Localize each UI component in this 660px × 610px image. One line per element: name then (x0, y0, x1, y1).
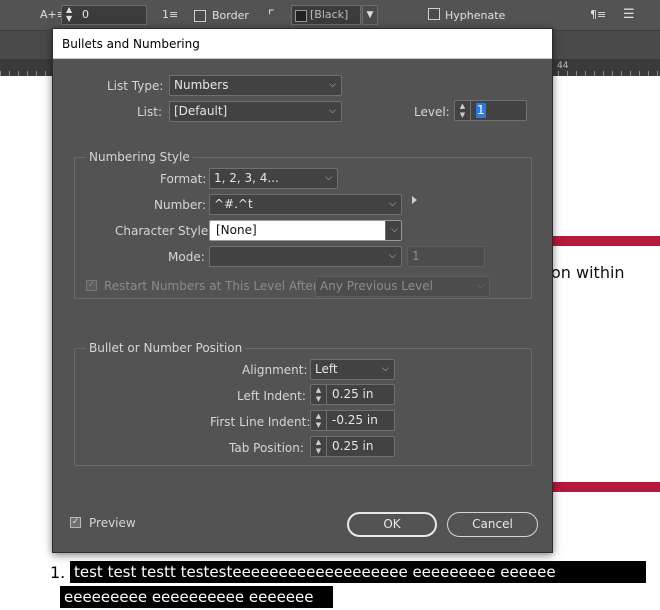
level-label: Level: (414, 105, 450, 119)
chevron-down-icon: ⌵ (391, 225, 398, 235)
character-style-label: Character Style: (115, 224, 213, 238)
restart-dropdown: Any Previous Level ⌵ (315, 276, 490, 297)
character-style-value: [None] (216, 223, 257, 237)
alignment-label: Alignment: (242, 363, 308, 377)
level-stepper[interactable]: ▲ ▼ 1 (454, 100, 527, 121)
mode-start-field: 1 (407, 246, 485, 267)
stepper-arrows-icon[interactable]: ▲ ▼ (311, 411, 327, 430)
align-icon[interactable]: ☰ (623, 7, 635, 22)
selected-text-line-1[interactable]: test test testt testesteeeeeeeeeeeeeeeee… (70, 561, 646, 583)
insert-special-menu-icon[interactable] (412, 196, 417, 204)
control-toolbar: A+≡ 0 ▲ ▼ 1≡ Border ⌜ [Black] ▼ Hyphenate… (0, 0, 660, 31)
hyphenate-checkbox[interactable] (428, 8, 440, 20)
level-value: 1 (476, 103, 486, 118)
ruler-mark: 44 (557, 61, 569, 71)
paragraph-icon[interactable]: ¶≡ (590, 8, 606, 21)
ok-button[interactable]: OK (347, 512, 437, 537)
stepper-arrows-icon[interactable]: ▲ ▼ (311, 437, 327, 456)
mode-label: Mode: (168, 250, 205, 264)
left-indent-label: Left Indent: (237, 389, 306, 403)
chevron-down-icon: ⌵ (389, 199, 396, 209)
format-label: Format: (160, 172, 207, 186)
list-type-dropdown[interactable]: Numbers ⌵ (169, 75, 342, 96)
first-line-indent-value: -0.25 in (332, 413, 378, 427)
alignment-value: Left (315, 362, 338, 376)
number-field[interactable]: ^#.^t ⌵ (209, 194, 402, 215)
list-type-value: Numbers (174, 78, 229, 92)
preview-checkbox[interactable]: ✓ (70, 517, 81, 528)
border-label: Border (212, 9, 249, 22)
numbered-list-icon[interactable]: 1≡ (162, 8, 178, 21)
character-style-dropdown[interactable]: [None] ⌵ (209, 220, 402, 241)
restart-checkbox: ✓ (86, 280, 97, 291)
restart-value: Any Previous Level (320, 279, 433, 293)
list-type-label: List Type: (107, 79, 164, 93)
cancel-button[interactable]: Cancel (447, 512, 538, 537)
color-dropdown-arrow[interactable]: ▼ (362, 5, 378, 25)
color-value: [Black] (310, 8, 349, 21)
tab-position-label: Tab Position: (229, 441, 304, 455)
first-line-indent-label: First Line Indent: (210, 415, 311, 429)
list-number: 1. (50, 563, 66, 582)
red-rule-top (552, 236, 660, 246)
alignment-dropdown[interactable]: Left ⌵ (310, 359, 395, 380)
list-dropdown[interactable]: [Default] ⌵ (169, 101, 342, 122)
stepper-arrows-icon[interactable]: ▲ ▼ (311, 385, 327, 404)
chevron-down-icon: ⌵ (382, 364, 389, 374)
mode-start-value: 1 (412, 249, 420, 263)
body-text-partial: on within (551, 263, 625, 282)
first-line-indent-stepper[interactable]: ▲ ▼ -0.25 in (310, 410, 395, 431)
space-value-field[interactable]: 0 (61, 5, 147, 25)
chevron-down-icon: ⌵ (389, 251, 396, 261)
frame-corner-icon[interactable]: ⌜ (268, 8, 275, 24)
dialog-title: Bullets and Numbering (62, 37, 200, 51)
number-label: Number: (154, 198, 207, 212)
bullets-numbering-dialog: Bullets and Numbering List Type: Numbers… (52, 28, 553, 553)
selected-text-line-2[interactable]: eeeeeeeee eeeeeeeeee eeeeeee (60, 586, 333, 608)
stepper-arrows-icon[interactable]: ▲ ▼ (455, 101, 471, 120)
chevron-down-icon: ⌵ (477, 281, 484, 291)
tab-position-stepper[interactable]: ▲ ▼ 0.25 in (310, 436, 395, 457)
color-swatch-icon (295, 10, 307, 22)
dialog-titlebar[interactable]: Bullets and Numbering (53, 29, 552, 59)
format-value: 1, 2, 3, 4... (214, 171, 279, 185)
chevron-down-icon: ⌵ (329, 80, 336, 90)
space-value: 0 (82, 8, 89, 21)
list-label: List: (137, 105, 163, 119)
left-indent-value: 0.25 in (332, 387, 374, 401)
preview-label: Preview (89, 516, 136, 530)
border-checkbox[interactable] (194, 10, 206, 22)
mode-dropdown[interactable]: ⌵ (209, 246, 402, 267)
stepper-icon[interactable]: ▲ ▼ (66, 5, 72, 23)
numbering-style-title: Numbering Style (86, 150, 193, 164)
restart-label: Restart Numbers at This Level After: (104, 279, 322, 293)
chevron-down-icon: ⌵ (325, 173, 332, 183)
list-value: [Default] (174, 104, 228, 118)
format-dropdown[interactable]: 1, 2, 3, 4... ⌵ (209, 168, 338, 189)
position-title: Bullet or Number Position (86, 341, 246, 355)
left-indent-stepper[interactable]: ▲ ▼ 0.25 in (310, 384, 395, 405)
chevron-down-icon: ⌵ (329, 106, 336, 116)
character-style-arrow[interactable]: ⌵ (385, 221, 401, 240)
hyphenate-label: Hyphenate (445, 9, 506, 22)
red-rule-bottom (552, 482, 660, 492)
number-value: ^#.^t (214, 197, 253, 211)
tab-position-value: 0.25 in (332, 439, 374, 453)
